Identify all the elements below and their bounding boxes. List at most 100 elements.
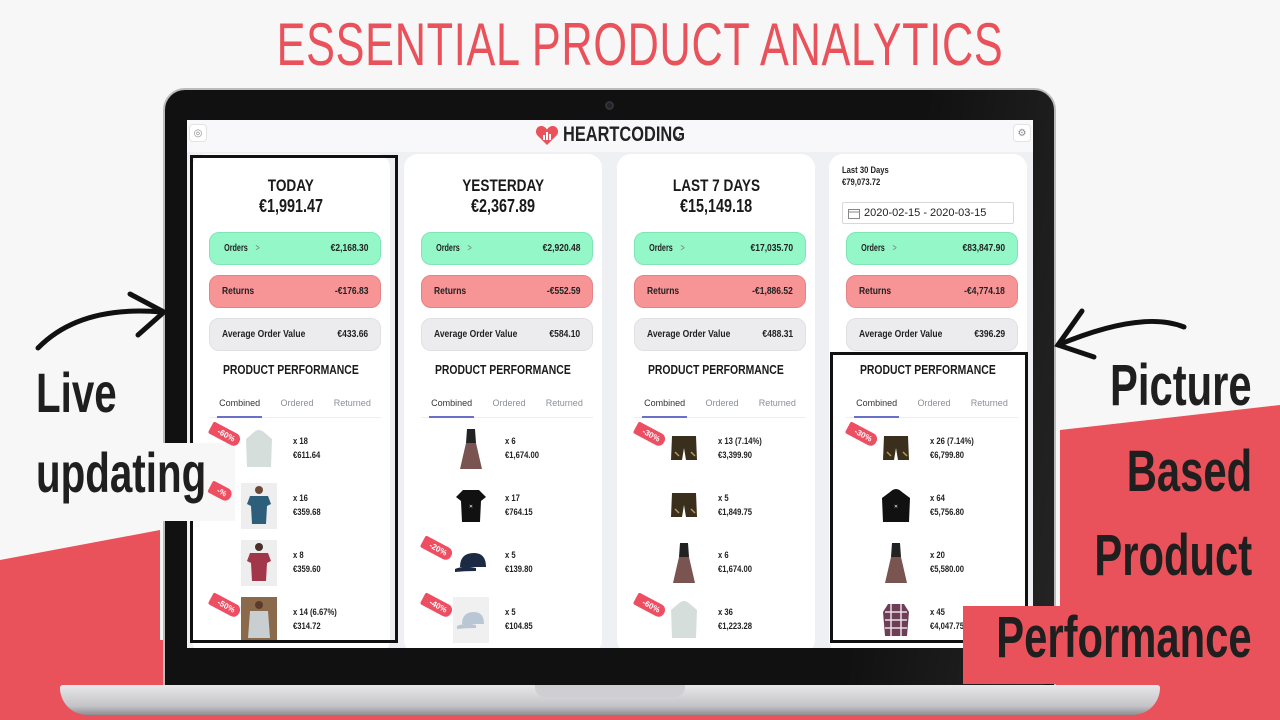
tab-ordered[interactable]: Ordered bbox=[492, 394, 525, 417]
aov-value: €396.29 bbox=[974, 329, 1005, 340]
returns-row[interactable]: Returns -€4,774.18 bbox=[846, 275, 1018, 308]
calendar-icon bbox=[848, 208, 860, 219]
orders-row[interactable]: Orders > €2,920.48 bbox=[421, 232, 593, 265]
tab-bar: Combined Ordered Returned bbox=[421, 394, 593, 418]
date-range-value: 2020-02-15 - 2020-03-15 bbox=[864, 207, 987, 219]
returns-value: -€4,774.18 bbox=[964, 286, 1005, 297]
hoodie-light-image bbox=[666, 597, 702, 643]
orders-label: Orders bbox=[436, 243, 460, 254]
product-row[interactable]: -40% x 5 €104.85 bbox=[419, 592, 593, 648]
product-list: x 6 €1,674.00 ✕ x 17 €764.15 -20% x 5 €139.… bbox=[419, 422, 593, 648]
camera-icon bbox=[605, 101, 614, 110]
tab-returned[interactable]: Returned bbox=[759, 394, 796, 417]
cap-navy-image bbox=[453, 540, 489, 586]
product-performance-title: PRODUCT PERFORMANCE bbox=[648, 362, 784, 377]
highlight-box-product-performance bbox=[830, 352, 1028, 643]
caption-performance: Performance bbox=[996, 605, 1252, 670]
orders-row[interactable]: Orders > €17,035.70 bbox=[634, 232, 806, 265]
product-revenue: €764.15 bbox=[505, 507, 533, 517]
discount-badge: -20% bbox=[419, 535, 454, 562]
brand-menu[interactable]: HEARTCODING ⌄ bbox=[535, 123, 685, 147]
discount-badge: -40% bbox=[419, 592, 454, 619]
product-row[interactable]: x 6 €1,674.00 bbox=[634, 536, 806, 593]
orders-value: €2,920.48 bbox=[542, 243, 580, 254]
cap-light-image bbox=[453, 597, 489, 643]
card-total: €2,367.89 bbox=[470, 196, 536, 216]
product-revenue: €139.80 bbox=[505, 564, 533, 574]
product-qty: x 6 bbox=[505, 436, 516, 446]
heart-chart-icon bbox=[535, 126, 559, 145]
product-performance-title: PRODUCT PERFORMANCE bbox=[435, 362, 571, 377]
highlight-box-today bbox=[190, 155, 398, 643]
headline: ESSENTIAL PRODUCT ANALYTICS bbox=[276, 11, 1004, 78]
discount-badge: -60% bbox=[632, 592, 667, 619]
chevron-right-icon: > bbox=[892, 243, 897, 254]
product-revenue: €1,674.00 bbox=[505, 450, 540, 460]
product-revenue: €1,849.75 bbox=[718, 507, 753, 517]
returns-label: Returns bbox=[647, 286, 680, 297]
dirndl-image bbox=[453, 426, 489, 472]
card-total: €79,073.72 bbox=[842, 177, 881, 187]
aov-label: Average Order Value bbox=[859, 329, 943, 340]
returns-label: Returns bbox=[434, 286, 467, 297]
svg-text:✕: ✕ bbox=[469, 504, 473, 510]
orders-label: Orders bbox=[649, 243, 673, 254]
tab-combined[interactable]: Combined bbox=[642, 394, 688, 418]
product-qty: x 5 bbox=[505, 607, 516, 617]
aov-label: Average Order Value bbox=[434, 329, 518, 340]
returns-row[interactable]: Returns -€552.59 bbox=[421, 275, 593, 308]
aov-row: Average Order Value €584.10 bbox=[421, 318, 593, 351]
returns-row[interactable]: Returns -€1,886.52 bbox=[634, 275, 806, 308]
caption-live: Live bbox=[36, 361, 117, 424]
aov-value: €584.10 bbox=[549, 329, 580, 340]
aov-row: Average Order Value €396.29 bbox=[846, 318, 1018, 351]
tab-bar: Combined Ordered Returned bbox=[634, 394, 806, 418]
caption-picture: Picture bbox=[1110, 353, 1252, 418]
product-qty: x 5 bbox=[718, 493, 729, 503]
gear-icon[interactable]: ⚙ bbox=[1013, 124, 1031, 142]
product-row[interactable]: -30% x 13 (7.14%) €3,399.90 bbox=[632, 421, 806, 479]
dirndl-image bbox=[666, 540, 702, 586]
product-revenue: €1,674.00 bbox=[718, 564, 753, 574]
orders-value: €17,035.70 bbox=[750, 243, 793, 254]
aov-row: Average Order Value €488.31 bbox=[634, 318, 806, 351]
returns-label: Returns bbox=[859, 286, 892, 297]
user-icon[interactable]: ◎ bbox=[189, 124, 207, 142]
card-total: €15,149.18 bbox=[679, 196, 753, 216]
product-row[interactable]: x 5 €1,849.75 bbox=[634, 479, 806, 536]
product-revenue: €104.85 bbox=[505, 621, 533, 631]
product-row[interactable]: x 6 €1,674.00 bbox=[421, 422, 593, 479]
chevron-right-icon: > bbox=[467, 243, 472, 254]
lederhosen-image bbox=[666, 483, 702, 529]
orders-row[interactable]: Orders > €83,847.90 bbox=[846, 232, 1018, 265]
chevron-right-icon: > bbox=[680, 243, 685, 254]
returns-value: -€552.59 bbox=[546, 286, 580, 297]
tshirt-black-image: ✕ bbox=[453, 483, 489, 529]
orders-value: €83,847.90 bbox=[962, 243, 1005, 254]
laptop-notch bbox=[535, 685, 685, 697]
tab-ordered[interactable]: Ordered bbox=[705, 394, 738, 417]
tab-combined[interactable]: Combined bbox=[429, 394, 475, 418]
product-qty: x 17 bbox=[505, 493, 520, 503]
aov-label: Average Order Value bbox=[647, 329, 731, 340]
card-title: LAST 7 DAYS bbox=[672, 176, 760, 195]
tab-returned[interactable]: Returned bbox=[546, 394, 583, 417]
lederhosen-image bbox=[666, 426, 702, 472]
orders-label: Orders bbox=[861, 243, 885, 254]
card-last-7-days: LAST 7 DAYS €15,149.18 Orders > €17,035.70… bbox=[617, 154, 815, 648]
product-row[interactable]: -60% x 36 €1,223.28 bbox=[632, 592, 806, 648]
caption-updating: updating bbox=[36, 441, 207, 504]
date-range-input[interactable]: 2020-02-15 - 2020-03-15 bbox=[842, 202, 1014, 224]
product-qty: x 6 bbox=[718, 550, 729, 560]
aov-value: €488.31 bbox=[762, 329, 793, 340]
card-yesterday: YESTERDAY €2,367.89 Orders > €2,920.48 Ret… bbox=[404, 154, 602, 648]
product-list: -30% x 13 (7.14%) €3,399.90 x 5 €1,849.75 … bbox=[632, 421, 806, 648]
product-revenue: €1,223.28 bbox=[718, 621, 753, 631]
product-row[interactable]: ✕ x 17 €764.15 bbox=[421, 479, 593, 536]
card-title: YESTERDAY bbox=[462, 176, 544, 195]
product-qty: x 36 bbox=[718, 607, 733, 617]
product-qty: x 5 bbox=[505, 550, 516, 560]
product-row[interactable]: -20% x 5 €139.80 bbox=[419, 535, 593, 593]
returns-value: -€1,886.52 bbox=[752, 286, 793, 297]
product-revenue: €3,399.90 bbox=[718, 450, 753, 460]
